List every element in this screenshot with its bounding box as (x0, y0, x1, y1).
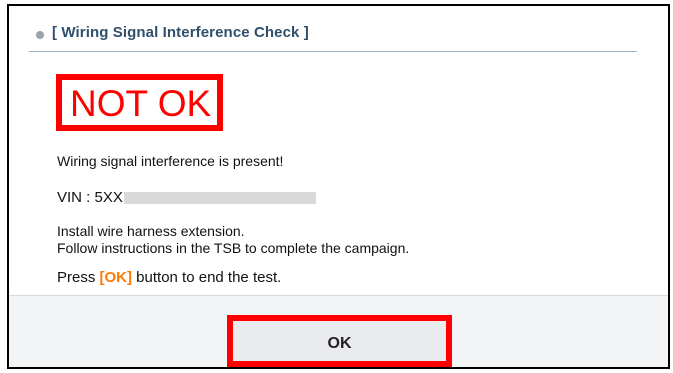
press-instruction: Press [OK] button to end the test. (57, 269, 281, 286)
press-suffix: button to end the test. (132, 269, 282, 286)
bullet-icon (36, 31, 44, 39)
ok-button[interactable]: OK (227, 315, 452, 367)
result-message: Wiring signal interference is present! (57, 153, 284, 169)
status-badge: NOT OK (56, 74, 223, 131)
result-dialog: [ Wiring Signal Interference Check ] NOT… (7, 4, 670, 369)
vin-label: VIN : 5XX (57, 189, 123, 206)
status-text: NOT OK (70, 83, 212, 124)
dialog-footer: OK (9, 295, 668, 367)
press-prefix: Press (57, 269, 100, 286)
instructions: Install wire harness extension. Follow i… (57, 223, 409, 257)
dialog-header: [ Wiring Signal Interference Check ] (29, 21, 637, 52)
ok-button-label: OK (327, 335, 352, 352)
instruction-line: Install wire harness extension. (57, 223, 245, 239)
dialog-title: [ Wiring Signal Interference Check ] (52, 24, 309, 41)
ok-reference: [OK] (99, 269, 133, 286)
instruction-line: Follow instructions in the TSB to comple… (57, 240, 410, 256)
vin-line: VIN : 5XX (57, 189, 316, 206)
vin-redacted (123, 192, 316, 205)
